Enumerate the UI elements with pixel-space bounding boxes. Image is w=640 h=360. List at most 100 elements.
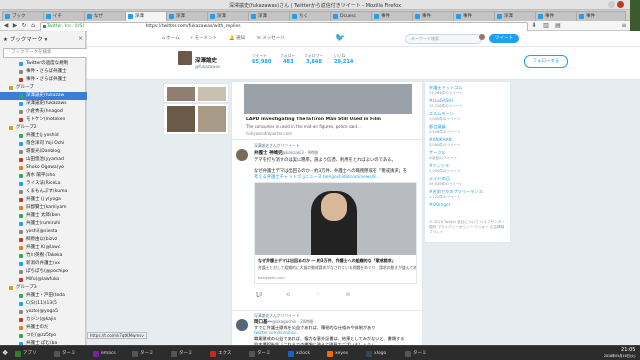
forward-arrow-icon[interactable]: ▶: [11, 22, 19, 30]
taskbar-item-label: アプリ: [23, 351, 37, 356]
bookmark-favicon-icon: [19, 302, 23, 306]
tweet-compose-button[interactable]: ツイート: [489, 34, 519, 43]
taskbar: ❖ アプリ ターミ emacs ターミ ターミ エクス ターミ xclock xeyes xlog…: [0, 345, 640, 360]
bookmark-favicon-icon: [19, 214, 23, 218]
link-card-desc: The consumer is used in the mid-air figu…: [246, 124, 361, 129]
bookmark-favicon-icon: [19, 206, 23, 210]
taskbar-item-label: emacs: [101, 351, 116, 356]
browser-tab[interactable]: 事件: [576, 11, 626, 21]
close-icon[interactable]: [617, 1, 624, 8]
bookmark-label: 小倉秀夫(hnagod: [26, 109, 63, 114]
download-icon[interactable]: ⬇: [530, 22, 538, 30]
stat-value[interactable]: 29,214: [334, 59, 353, 65]
menu-icon[interactable]: ≡: [620, 22, 628, 30]
media-thumb[interactable]: [198, 106, 226, 132]
home-icon[interactable]: ⌂: [29, 22, 37, 30]
trend-link[interactable]: #ANIKHAN: [429, 137, 452, 142]
user-avatar[interactable]: [479, 34, 485, 40]
tweet[interactable]: 深澤諭史さんがリツイート 岡口基一 @okaguchik · 20時間 すでに弁…: [231, 310, 423, 348]
bookmark-label: ぽちぽち(@pochipo: [26, 269, 69, 274]
bookmark-favicon-icon: [19, 326, 23, 330]
taskbar-app-icon: [171, 351, 177, 357]
bookmark-search-input[interactable]: ブックマークを検索: [3, 48, 90, 58]
message-icon[interactable]: ✉: [346, 292, 350, 298]
nav-messages[interactable]: ✉ メッセージ: [257, 35, 285, 41]
trend-link[interactable]: #LLoGASHI: [429, 98, 453, 103]
tab-label: 事件: [545, 14, 554, 19]
taskbar-app-icon: [288, 351, 294, 357]
taskbar-item-label: xeyes: [335, 351, 349, 356]
author-name[interactable]: 弁護士 神崎完: [254, 150, 283, 156]
sidebar-title[interactable]: ★ ブックマーク ▾: [3, 35, 47, 43]
start-menu-icon[interactable]: ❖: [2, 348, 8, 359]
twitter-footer[interactable]: © 2018 Twitter 会社について ヘルプセンター 規約 プライバシーポ…: [429, 220, 507, 235]
stat-value[interactable]: 483: [283, 59, 293, 65]
bookmark-label: 清水 陽平(sho: [26, 173, 56, 178]
bookmark-favicon-icon: [19, 118, 23, 122]
bookmark-favicon-icon: [19, 222, 23, 226]
bookmark-favicon-icon: [19, 198, 23, 202]
taskbar-app-icon: [132, 351, 138, 357]
taskbar-item-label: ターミ: [140, 351, 154, 356]
tab-favicon-icon: [538, 14, 543, 19]
back-arrow-icon[interactable]: ◀: [2, 22, 10, 30]
bookmark-label: 柳原由以(bizvz: [26, 237, 58, 242]
like-icon[interactable]: ♡: [316, 292, 320, 298]
bookmark-label: グループ: [16, 85, 34, 90]
tab-label: ブック: [12, 14, 26, 19]
tab-favicon-icon: [374, 14, 379, 19]
bookmark-label: Mifu(@lawfuko: [26, 277, 60, 282]
bookmark-favicon-icon: [19, 70, 23, 74]
reply-icon[interactable]: 💬: [256, 292, 262, 298]
library-icon[interactable]: ▥: [542, 22, 550, 30]
author-avatar[interactable]: [236, 149, 248, 161]
media-thumb[interactable]: [167, 106, 195, 132]
folder-icon: [9, 126, 13, 130]
sidebar-toggle-icon[interactable]: ▤: [554, 22, 562, 30]
media-thumb[interactable]: [167, 87, 195, 101]
link-card[interactable]: LAPD Investigating TheTaTiron Man Still …: [231, 81, 423, 141]
taskbar-item-label: ターミ: [257, 351, 271, 356]
media-thumb[interactable]: [198, 87, 226, 101]
nav-home[interactable]: ⌂ ホーム: [162, 35, 180, 41]
tweet-card[interactable]: なぜ弁護士デマは出回るのか ― 約3万件、弁護士への組織的な「懲戒請求」 弁護士…: [254, 182, 417, 284]
navigation-toolbar: ◀ ▶ ↻ ⌂ Twitter, Inc. (US) https://twitt…: [0, 21, 630, 32]
folder-icon: [9, 86, 13, 90]
taskbar-item[interactable]: ターミ: [404, 348, 449, 359]
system-clock[interactable]: 21:05 2018年05月16日(火): [604, 347, 635, 358]
retweet-icon[interactable]: ⟲: [286, 292, 290, 298]
tab-favicon-icon: [87, 14, 92, 19]
taskbar-app-icon: [249, 351, 255, 357]
twitter-bird-icon[interactable]: 🐦: [335, 33, 345, 42]
follow-button[interactable]: フォローする: [524, 55, 568, 68]
trend-link[interactable]: #OOrnger: [429, 202, 450, 207]
author-handle[interactable]: @kanzaki3 · 9時間: [282, 150, 318, 156]
bookmark-favicon-icon: [19, 254, 23, 258]
bookmark-favicon-icon: [19, 78, 23, 82]
minimize-icon[interactable]: [608, 1, 615, 8]
bookmark-favicon-icon: [19, 150, 23, 154]
reload-icon[interactable]: ↻: [20, 22, 28, 30]
bookmark-label: yoshi(@siesta: [26, 229, 58, 234]
bookmark-label: Shoko Ogawa(yo: [26, 165, 64, 170]
nav-notifications[interactable]: 🔔 通知: [229, 35, 245, 41]
window-titlebar: 深澤諭史(fukazawas)さん | Twitterから返信付きツイート - …: [0, 0, 630, 10]
tab-favicon-icon: [169, 14, 174, 19]
profile-name[interactable]: 深澤諭史: [195, 56, 217, 64]
twitter-search-input[interactable]: キーワード検索: [405, 34, 482, 44]
sidebar-close-icon[interactable]: ×: [78, 35, 83, 42]
person-face: [321, 193, 347, 221]
tweet-link[interactable]: twitter.com/Ikimitsu...: [254, 330, 300, 335]
bookmark-label: Twitterの過度な規制: [26, 61, 69, 66]
tweet-link[interactable]: 考える弁護士チャットゴ jjニュース bengoshidotcom/news/8…: [254, 174, 419, 180]
stat-value[interactable]: 3,848: [306, 59, 322, 65]
profile-avatar[interactable]: [177, 50, 193, 66]
author-avatar[interactable]: [236, 319, 248, 331]
bookmark-label: グループ3: [16, 285, 37, 290]
nav-moments[interactable]: ⚡ モーメント: [190, 35, 217, 41]
url-text: https://twitter.com/fukazawas/with_repli…: [145, 24, 241, 29]
tab-favicon-icon: [251, 14, 256, 19]
tweet[interactable]: 深澤諭史さんがリツイート 弁護士 神崎完 @kanzaki3 · 9時間 デマを…: [231, 139, 423, 311]
tab-label: 深澤: [135, 14, 144, 19]
stat-value[interactable]: 65,980: [252, 59, 271, 65]
